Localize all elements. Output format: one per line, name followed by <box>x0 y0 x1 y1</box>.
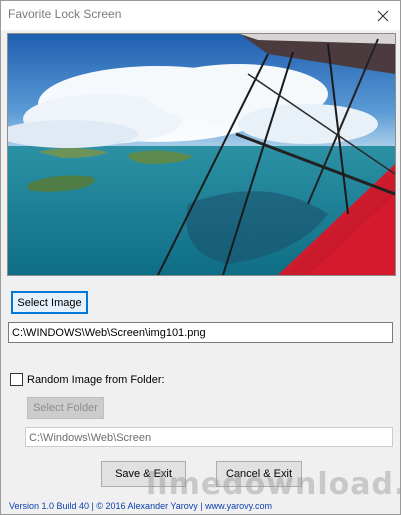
footer-version-text[interactable]: Version 1.0 Build 40 | © 2016 Alexander … <box>9 501 272 511</box>
title-bar: Favorite Lock Screen <box>1 1 400 30</box>
random-folder-label: Random Image from Folder: <box>27 373 165 386</box>
app-window: Favorite Lock Screen Select Image C:\WIN… <box>0 0 401 515</box>
select-folder-button[interactable]: Select Folder <box>27 397 104 419</box>
window-title: Favorite Lock Screen <box>8 7 122 21</box>
cancel-exit-button[interactable]: Cancel & Exit <box>216 461 302 487</box>
image-path-field[interactable]: C:\WINDOWS\Web\Screen\img101.png <box>8 322 393 343</box>
folder-path-field[interactable]: C:\Windows\Web\Screen <box>25 427 393 447</box>
random-folder-checkbox[interactable] <box>10 373 23 386</box>
save-exit-button[interactable]: Save & Exit <box>101 461 186 487</box>
select-image-button[interactable]: Select Image <box>11 291 88 314</box>
preview-picture <box>8 34 395 275</box>
lock-screen-preview-image <box>7 33 396 276</box>
close-button[interactable] <box>366 1 400 30</box>
random-folder-option[interactable]: Random Image from Folder: <box>10 373 165 386</box>
close-icon <box>377 10 389 21</box>
